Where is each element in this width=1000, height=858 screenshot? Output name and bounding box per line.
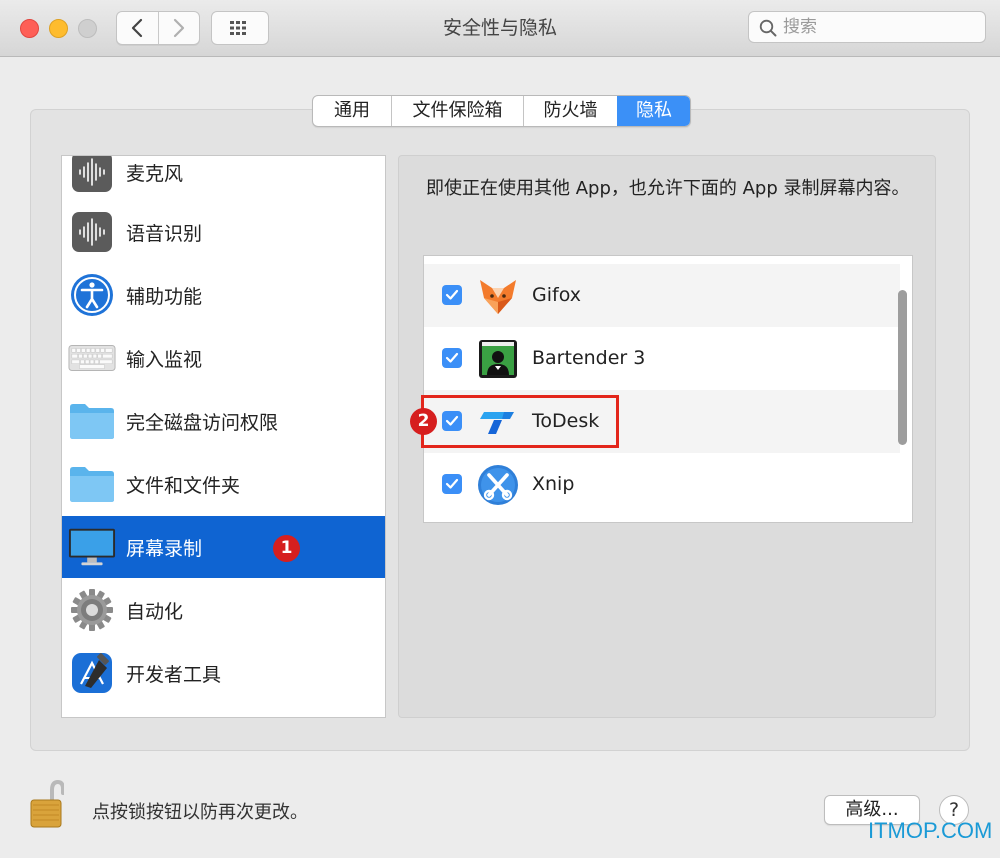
app-list-scrollbar[interactable] (898, 290, 907, 445)
sidebar-item-label: 开发者工具 (126, 663, 222, 686)
chevron-left-icon (132, 18, 143, 38)
bartender-icon (479, 340, 517, 378)
tab-filevault[interactable]: 文件保险箱 (391, 96, 523, 126)
folder-icon (68, 397, 116, 445)
sidebar-item-accessibility[interactable]: 辅助功能 (62, 264, 385, 326)
security-privacy-window: 安全性与隐私 通用 文件保险箱 防火墙 隐私 麦克风 (0, 0, 1000, 858)
checkmark-icon (445, 478, 459, 489)
title-bar: 安全性与隐私 (0, 0, 1000, 57)
speech-recognition-icon (68, 208, 116, 256)
show-all-button[interactable] (211, 11, 269, 45)
gifox-icon (480, 280, 516, 314)
developer-tools-icon (68, 649, 116, 697)
todesk-highlight-box (421, 395, 619, 448)
sidebar-item-label: 辅助功能 (126, 285, 203, 308)
xnip-icon (478, 465, 518, 505)
search-input[interactable] (783, 12, 979, 42)
app-name: Bartender 3 (532, 347, 646, 369)
tab-privacy[interactable]: 隐私 (617, 96, 690, 126)
lock-hint-text: 点按锁按钮以防再次更改。 (92, 802, 308, 823)
grid-icon (230, 21, 246, 35)
lock-button[interactable] (30, 779, 65, 829)
sidebar-item-label: 屏幕录制 (126, 537, 203, 560)
tab-general[interactable]: 通用 (313, 96, 391, 126)
sidebar-item-label: 麦克风 (126, 162, 184, 185)
annotation-badge-2: 2 (410, 408, 437, 435)
search-icon (759, 19, 777, 37)
search-field[interactable] (748, 11, 986, 43)
minimize-window-button[interactable] (49, 19, 68, 38)
app-row-gifox[interactable]: Gifox (424, 264, 900, 327)
sidebar-item-speech-recognition[interactable]: 语音识别 (62, 201, 385, 263)
sidebar-item-automation[interactable]: 自动化 (62, 579, 385, 641)
close-window-button[interactable] (20, 19, 39, 38)
tab-bar: 通用 文件保险箱 防火墙 隐私 (312, 95, 691, 127)
screen-recording-description: 即使正在使用其他 App，也允许下面的 App 录制屏幕内容。 (426, 178, 910, 199)
forward-button[interactable] (157, 12, 200, 44)
app-row-bartender[interactable]: Bartender 3 (424, 327, 900, 390)
sidebar-item-screen-recording[interactable]: 屏幕录制 1 (62, 516, 385, 578)
sidebar-item-label: 自动化 (126, 600, 184, 623)
xnip-checkbox[interactable] (442, 474, 462, 494)
app-permission-list[interactable]: Gifox Bartender 3 ToDesk Xnip (423, 255, 913, 523)
sidebar-item-developer-tools[interactable]: 开发者工具 (62, 642, 385, 704)
annotation-badge-1: 1 (273, 535, 300, 562)
app-name: Gifox (532, 284, 581, 306)
zoom-window-button[interactable] (78, 19, 97, 38)
chevron-right-icon (173, 18, 184, 38)
sidebar-item-label: 语音识别 (126, 222, 203, 245)
privacy-category-list[interactable]: 麦克风 语音识别 辅助功能 输入监视 完全磁盘访问权限 文件和文件夹 屏幕录制 … (61, 155, 386, 718)
folder-icon (68, 460, 116, 508)
sidebar-item-input-monitoring[interactable]: 输入监视 (62, 327, 385, 389)
sidebar-item-files-and-folders[interactable]: 文件和文件夹 (62, 453, 385, 515)
checkmark-icon (445, 352, 459, 363)
gifox-checkbox[interactable] (442, 285, 462, 305)
checkmark-icon (445, 289, 459, 300)
sidebar-item-label: 输入监视 (126, 348, 203, 371)
sidebar-item-label: 文件和文件夹 (126, 474, 241, 497)
sidebar-item-label: 完全磁盘访问权限 (126, 411, 279, 434)
tab-firewall[interactable]: 防火墙 (523, 96, 617, 126)
app-row-xnip[interactable]: Xnip (424, 453, 900, 516)
unlocked-padlock-icon (30, 779, 65, 828)
bartender-checkbox[interactable] (442, 348, 462, 368)
sidebar-item-full-disk-access[interactable]: 完全磁盘访问权限 (62, 390, 385, 452)
keyboard-icon (68, 334, 116, 382)
accessibility-icon (68, 271, 116, 319)
gear-icon (68, 586, 116, 634)
sidebar-item-microphone[interactable]: 麦克风 (62, 156, 385, 203)
microphone-icon (68, 156, 116, 196)
display-icon (68, 523, 116, 571)
watermark-text: ITMOP.COM (868, 818, 993, 843)
navigation-buttons (116, 11, 200, 45)
back-button[interactable] (117, 12, 158, 44)
app-name: Xnip (532, 473, 575, 495)
